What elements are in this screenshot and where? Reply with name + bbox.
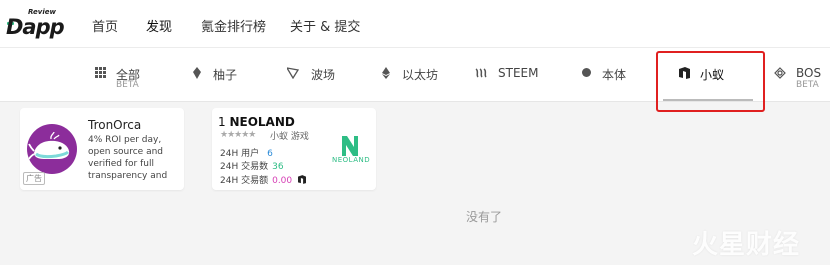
bos-icon	[774, 67, 786, 79]
rating-stars: ★★★★★	[220, 130, 256, 140]
nav-ranking[interactable]: 氪金排行榜	[201, 16, 266, 35]
tron-icon	[285, 67, 300, 80]
red-highlight-box	[656, 51, 765, 112]
category-beta-tag: BETA	[116, 80, 139, 90]
neoland-logo-text: NEOLAND	[332, 156, 371, 164]
category-beta-tag: BETA	[796, 80, 819, 90]
end-of-list-text: 没有了	[466, 210, 503, 224]
stat-value: 0.00	[272, 176, 293, 186]
nav-discover[interactable]: 发现	[146, 16, 172, 35]
ad-card-tronorca[interactable]: TronOrca 4% ROI per day, open source and…	[20, 108, 184, 190]
watermark: 火星财经	[692, 230, 801, 260]
neo-icon	[298, 175, 307, 184]
stat-value: 36	[272, 162, 284, 172]
ontology-icon	[580, 67, 592, 79]
ethereum-icon	[380, 67, 392, 79]
category-label: STEEM	[498, 66, 539, 80]
steem-icon	[475, 67, 487, 79]
stat-label: 24H 交易数	[220, 162, 269, 172]
category-label: 以太坊	[402, 68, 439, 82]
ad-badge: 广告	[23, 172, 45, 185]
ad-title: TronOrca	[88, 118, 142, 132]
stat-volume: 24H 交易额 0.00	[220, 173, 307, 186]
category-label: 柚子	[213, 68, 238, 82]
stat-value: 6	[267, 149, 273, 159]
dapp-review-logo[interactable]: Review Dapp	[6, 8, 65, 42]
stat-label: 24H 用户	[220, 149, 260, 159]
orca-whale-icon	[27, 124, 77, 174]
app-card-neoland[interactable]: 1 NEOLAND ★★★★★ 小蚁 游戏 24H 用户 6 24H 交易数 36 …	[212, 108, 376, 190]
eos-icon	[191, 67, 203, 79]
app-meta: 小蚁 游戏	[270, 132, 309, 142]
grid-icon	[94, 67, 106, 79]
app-title: 1 NEOLAND	[218, 115, 295, 129]
app-rank: 1	[218, 115, 226, 129]
stat-transactions: 24H 交易数 36	[220, 159, 284, 172]
category-label: 波场	[311, 68, 336, 82]
category-label: BOS	[796, 66, 822, 80]
logo-main-text: Dapp	[6, 15, 65, 39]
app-name: NEOLAND	[229, 115, 295, 129]
nav-about-submit[interactable]: 关于 & 提交	[290, 16, 360, 35]
category-label: 本体	[602, 68, 627, 82]
nav-home[interactable]: 首页	[92, 16, 118, 35]
ad-description: 4% ROI per day, open source and verified…	[88, 135, 168, 181]
stat-label: 24H 交易额	[220, 176, 269, 186]
top-nav: Review Dapp 首页 发现 氪金排行榜 关于 & 提交	[0, 0, 830, 48]
stat-users: 24H 用户 6	[220, 146, 273, 159]
